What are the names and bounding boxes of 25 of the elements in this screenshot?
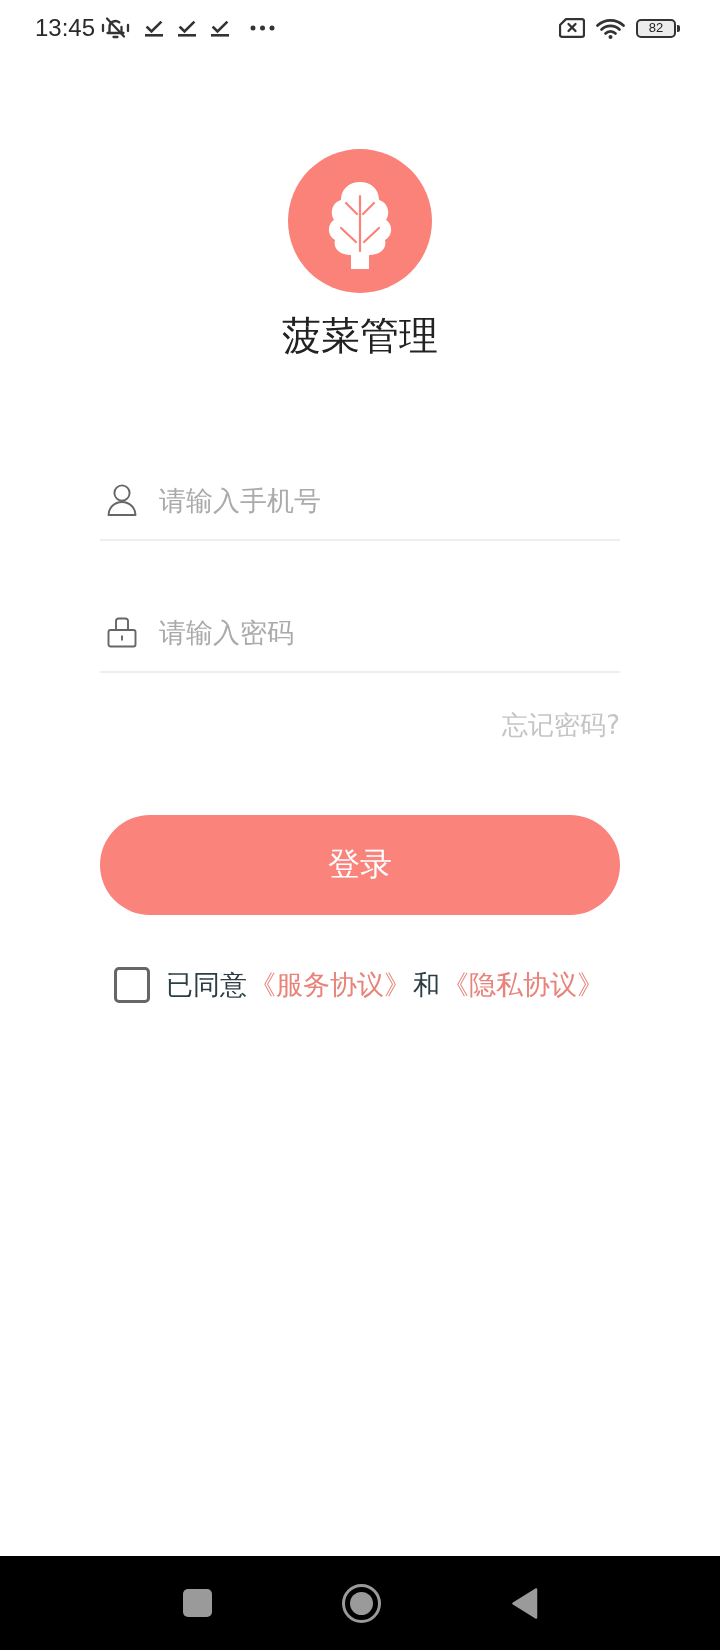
wifi-icon: [596, 17, 625, 39]
triangle-icon[interactable]: [510, 1586, 538, 1620]
agreement-text: 已同意: [166, 968, 247, 1002]
more-icon: [250, 25, 276, 31]
leaf-logo-icon: [288, 149, 432, 293]
circle-icon[interactable]: [341, 1583, 381, 1623]
agreement-link[interactable]: 《隐私协议》: [442, 967, 604, 1003]
check-icon: [178, 19, 197, 37]
agreement-text: 和: [413, 968, 440, 1002]
checkbox[interactable]: [114, 967, 150, 1003]
battery-percentage: 82: [648, 21, 664, 35]
bell-off-icon: [101, 16, 131, 40]
phone-input-field[interactable]: 请输入手机号: [159, 480, 620, 520]
sim-card-icon: [559, 18, 585, 38]
square-icon[interactable]: [182, 1589, 212, 1617]
forgot-password-link[interactable]: 忘记密码?: [502, 707, 620, 743]
check-icon: [145, 19, 164, 37]
login-button[interactable]: 登录: [100, 815, 620, 915]
check-icon: [211, 19, 230, 37]
password-input-field[interactable]: 请输入密码: [159, 612, 620, 652]
agreement-link[interactable]: 《服务协议》: [249, 967, 411, 1003]
lock-icon: [107, 616, 137, 648]
status-time: 13:45: [35, 14, 96, 42]
user-icon: [107, 484, 137, 516]
app-title: 菠菜管理: [282, 313, 438, 359]
